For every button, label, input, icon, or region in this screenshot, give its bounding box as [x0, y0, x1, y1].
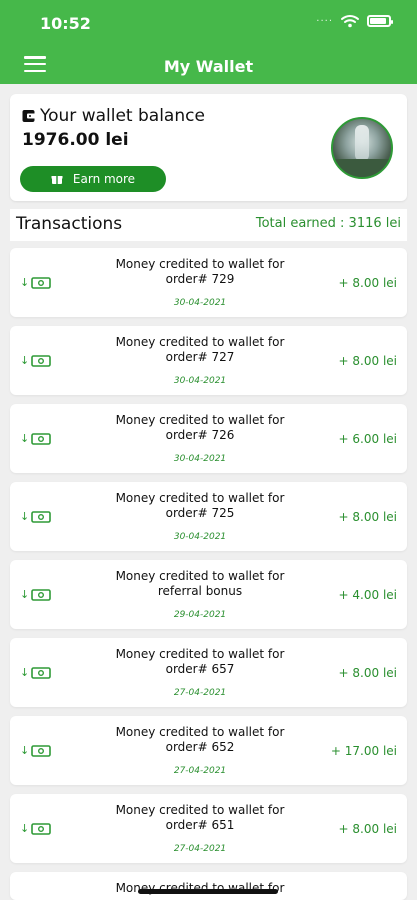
- transaction-date: 30-04-2021: [173, 532, 227, 542]
- list-item[interactable]: ↓ Money credited to wallet for order# 725…: [10, 482, 407, 551]
- page-title: My Wallet: [163, 57, 254, 76]
- list-item[interactable]: Money credited to wallet for: [10, 872, 407, 900]
- money-in-icon: ↓: [20, 432, 52, 445]
- avatar-waterfall: [355, 125, 369, 161]
- transaction-description: Money credited to wallet for referral bon…: [115, 569, 285, 598]
- transactions-header: Transactions Total earned : 3116 lei: [10, 209, 407, 241]
- list-item[interactable]: ↓ Money credited to wallet for order# 727…: [10, 326, 407, 395]
- transaction-description: Money credited to wallet for order# 727: [115, 335, 285, 364]
- money-in-icon: ↓: [20, 510, 52, 523]
- transaction-date: 27-04-2021: [173, 844, 227, 854]
- battery-icon: [367, 15, 393, 27]
- earn-more-label: Earn more: [72, 172, 136, 186]
- transaction-date: 30-04-2021: [173, 454, 227, 464]
- wallet-balance-card: Your wallet balance 1976.00 lei Earn mor…: [10, 94, 407, 201]
- signal-icon: ····: [316, 15, 333, 27]
- earn-more-button[interactable]: Earn more: [20, 166, 166, 192]
- list-item[interactable]: ↓ Money credited to wallet for order# 652…: [10, 716, 407, 785]
- transaction-description: Money credited to wallet for order# 729: [115, 257, 285, 286]
- status-icons: ····: [316, 14, 393, 28]
- gift-icon: [51, 176, 63, 184]
- home-indicator[interactable]: [138, 889, 278, 894]
- transaction-date: 30-04-2021: [173, 376, 227, 386]
- transaction-date: 29-04-2021: [173, 610, 227, 620]
- list-item[interactable]: ↓ Money credited to wallet for order# 726…: [10, 404, 407, 473]
- transaction-description: Money credited to wallet for order# 725: [115, 491, 285, 520]
- list-item[interactable]: ↓ Money credited to wallet for order# 729…: [10, 248, 407, 317]
- avatar-ground: [333, 159, 391, 177]
- balance-label: Your wallet balance: [40, 106, 205, 126]
- wifi-icon: [341, 15, 359, 28]
- transaction-amount: + 17.00 lei: [330, 744, 397, 758]
- money-in-icon: ↓: [20, 354, 52, 367]
- status-bar: 10:52 ····: [0, 0, 417, 44]
- app-header: 10:52 ···· My Wallet: [0, 0, 417, 84]
- avatar[interactable]: [331, 117, 393, 179]
- transaction-date: 27-04-2021: [173, 688, 227, 698]
- balance-label-row: Your wallet balance: [22, 106, 205, 126]
- money-in-icon: ↓: [20, 588, 52, 601]
- transaction-description: Money credited to wallet for order# 657: [115, 647, 285, 676]
- wallet-icon: [22, 110, 36, 122]
- total-earned: Total earned : 3116 lei: [255, 216, 401, 231]
- list-item[interactable]: ↓ Money credited to wallet for referral b…: [10, 560, 407, 629]
- money-in-icon: ↓: [20, 666, 52, 679]
- transaction-amount: + 8.00 lei: [338, 822, 397, 836]
- transaction-description: Money credited to wallet for order# 652: [115, 725, 285, 754]
- transaction-date: 27-04-2021: [173, 766, 227, 776]
- money-in-icon: ↓: [20, 276, 52, 289]
- status-time: 10:52: [40, 14, 91, 33]
- list-item[interactable]: ↓ Money credited to wallet for order# 651…: [10, 794, 407, 863]
- money-in-icon: ↓: [20, 744, 52, 757]
- transaction-amount: + 8.00 lei: [338, 354, 397, 368]
- transaction-amount: + 8.00 lei: [338, 276, 397, 290]
- list-item[interactable]: ↓ Money credited to wallet for order# 657…: [10, 638, 407, 707]
- transactions-title: Transactions: [16, 214, 123, 234]
- transaction-date: 30-04-2021: [173, 298, 227, 308]
- transaction-amount: + 8.00 lei: [338, 510, 397, 524]
- transaction-description: Money credited to wallet for order# 651: [115, 803, 285, 832]
- money-in-icon: ↓: [20, 822, 52, 835]
- transaction-amount: + 8.00 lei: [338, 666, 397, 680]
- transaction-amount: + 6.00 lei: [338, 432, 397, 446]
- app-bar: My Wallet: [0, 48, 417, 84]
- balance-amount: 1976.00 lei: [22, 130, 129, 150]
- transaction-amount: + 4.00 lei: [338, 588, 397, 602]
- transaction-description: Money credited to wallet for order# 726: [115, 413, 285, 442]
